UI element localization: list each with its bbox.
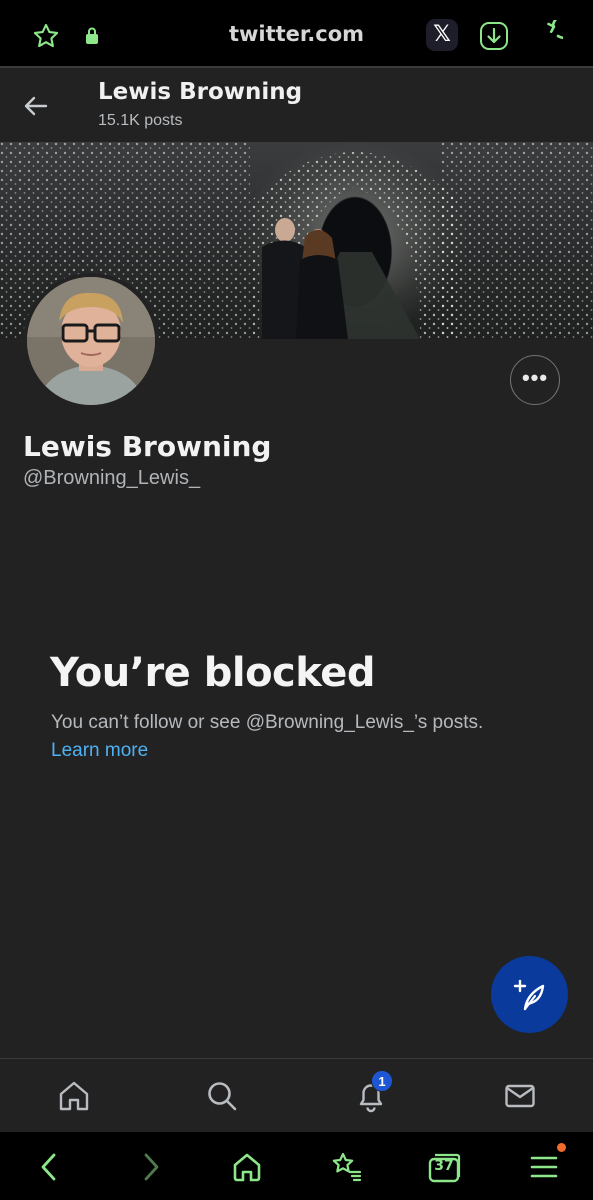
- blocked-title: You’re blocked: [50, 650, 376, 696]
- home-icon[interactable]: [57, 1079, 91, 1113]
- user-handle: @Browning_Lewis_: [23, 467, 201, 489]
- avatar[interactable]: [23, 273, 159, 409]
- posts-count: 15.1K posts: [98, 112, 183, 129]
- menu-notification-dot: [557, 1143, 566, 1152]
- forward-icon[interactable]: [133, 1150, 167, 1184]
- browser-top-bar: twitter.com 𝕏: [0, 0, 593, 68]
- search-icon[interactable]: [205, 1079, 239, 1113]
- display-name: Lewis Browning: [23, 430, 272, 463]
- learn-more-link[interactable]: Learn more: [51, 740, 148, 762]
- compose-post-button[interactable]: [491, 956, 568, 1033]
- browser-home-icon[interactable]: [230, 1150, 264, 1184]
- blocked-message: You can’t follow or see @Browning_Lewis_…: [51, 712, 484, 733]
- header-title: Lewis Browning: [98, 79, 303, 105]
- back-icon[interactable]: [33, 1150, 67, 1184]
- bookmarks-list-icon[interactable]: [329, 1150, 363, 1184]
- notifications-badge: 1: [371, 1070, 393, 1092]
- profile-header: Lewis Browning 15.1K posts: [0, 70, 593, 142]
- menu-icon[interactable]: [527, 1150, 561, 1184]
- back-arrow-icon[interactable]: [22, 92, 50, 120]
- tabs-count: 37: [434, 1158, 454, 1174]
- bottom-nav: [0, 1058, 593, 1132]
- download-icon[interactable]: [479, 21, 509, 51]
- browser-bottom-bar: [0, 1132, 593, 1200]
- mail-icon[interactable]: [503, 1079, 537, 1113]
- compose-feather-icon: [513, 979, 545, 1011]
- x-app-icon[interactable]: 𝕏: [426, 19, 458, 51]
- reload-icon[interactable]: [531, 20, 563, 52]
- more-options-button[interactable]: •••: [510, 355, 560, 405]
